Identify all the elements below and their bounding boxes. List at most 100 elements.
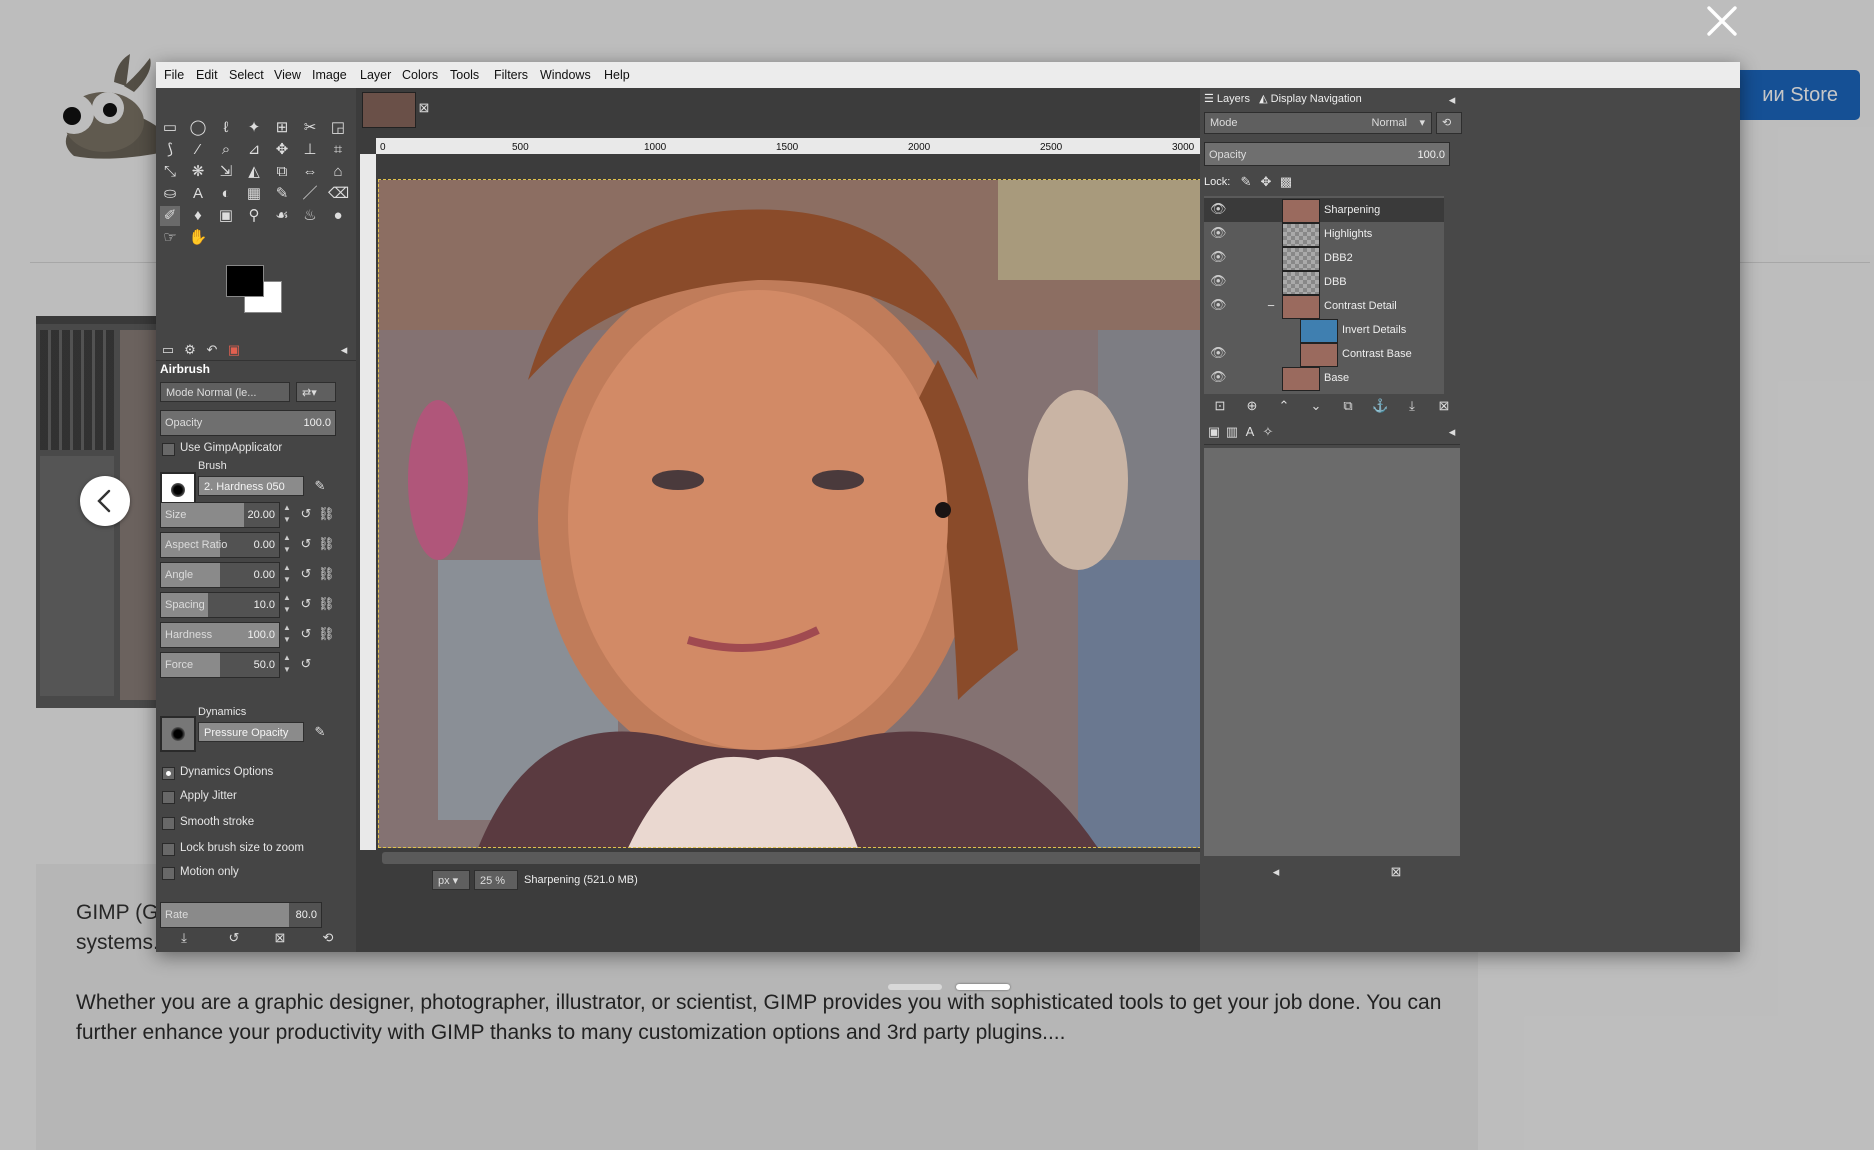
3d-transform-icon[interactable]: ⧉ bbox=[272, 162, 292, 182]
smudge-icon[interactable]: ☙ bbox=[272, 206, 292, 226]
slider-hardness[interactable]: Hardness 100.0 bbox=[160, 622, 280, 648]
spin-arrows-icon[interactable]: ▲ ▼ bbox=[282, 532, 292, 558]
text-tool-icon[interactable]: A bbox=[188, 184, 208, 204]
link-icon[interactable]: ⛓ bbox=[318, 536, 335, 552]
composite-mode-button[interactable]: ⟲ bbox=[1436, 112, 1462, 134]
layers-tab[interactable]: ☰ Layers bbox=[1204, 93, 1250, 105]
scissors-icon[interactable]: ✂ bbox=[300, 118, 320, 138]
slider-size[interactable]: Size 20.00 bbox=[160, 502, 280, 528]
slider-force[interactable]: Force 50.0 bbox=[160, 652, 280, 678]
foreground-color-swatch[interactable] bbox=[226, 265, 264, 297]
lower-layer-icon[interactable]: ⌄ bbox=[1308, 398, 1324, 414]
menu-edit[interactable]: Edit bbox=[196, 68, 218, 82]
previous-screenshot-button[interactable] bbox=[80, 476, 130, 526]
layer-row[interactable]: 👁 DBB bbox=[1204, 270, 1444, 295]
reset-value-icon[interactable]: ↺ bbox=[298, 566, 314, 582]
flip-icon[interactable]: ⇔ bbox=[300, 162, 320, 182]
reset-value-icon[interactable]: ↺ bbox=[298, 656, 314, 672]
reset-value-icon[interactable]: ↺ bbox=[298, 596, 314, 612]
layer-row[interactable]: 👁 Sharpening bbox=[1204, 198, 1444, 223]
visibility-eye-icon[interactable]: 👁 bbox=[1210, 298, 1227, 311]
spin-arrows-icon[interactable]: ▲ ▼ bbox=[282, 562, 292, 588]
bucket-fill-icon[interactable]: ⛀ bbox=[160, 184, 180, 204]
dock-delete-icon[interactable]: ⊠ bbox=[1388, 864, 1404, 880]
zoom-icon[interactable]: ⌕ bbox=[216, 140, 236, 160]
anchor-layer-icon[interactable]: ⚓ bbox=[1372, 398, 1388, 414]
measure-icon[interactable]: ⊿ bbox=[244, 140, 264, 160]
dodge-icon[interactable]: ● bbox=[328, 206, 348, 226]
checkbox-smooth-stroke[interactable]: Smooth stroke bbox=[160, 814, 360, 832]
layer-row[interactable]: 👁 Highlights bbox=[1204, 222, 1444, 247]
align-icon[interactable]: ⊥ bbox=[300, 140, 320, 160]
pencil-icon[interactable]: ✎ bbox=[272, 184, 292, 204]
transform-icon[interactable]: ⤡ bbox=[160, 162, 180, 182]
delete-layer-icon[interactable]: ⊠ bbox=[1436, 398, 1452, 414]
menu-select[interactable]: Select bbox=[229, 68, 264, 82]
ink-icon[interactable]: ♦ bbox=[188, 206, 208, 226]
link-icon[interactable]: ⛓ bbox=[318, 596, 335, 612]
smudge-finger-icon[interactable]: ☞ bbox=[160, 228, 180, 248]
menu-windows[interactable]: Windows bbox=[540, 68, 591, 82]
visibility-eye-icon[interactable]: 👁 bbox=[1210, 346, 1227, 359]
display-navigation-tab[interactable]: ◭ Display Navigation bbox=[1259, 93, 1362, 105]
menu-layer[interactable]: Layer bbox=[360, 68, 391, 82]
cage-icon[interactable]: ⌂ bbox=[328, 162, 348, 182]
foreground-select-icon[interactable]: ◲ bbox=[328, 118, 348, 138]
heal-icon[interactable]: ▣ bbox=[216, 206, 236, 226]
layer-opacity-slider[interactable]: Opacity 100.0 bbox=[1204, 142, 1450, 166]
spin-arrows-icon[interactable]: ▲ ▼ bbox=[282, 502, 292, 528]
brush-name-field[interactable]: 2. Hardness 050 bbox=[198, 476, 304, 496]
mode-select[interactable]: Mode Normal (le... bbox=[160, 382, 290, 402]
spin-arrows-icon[interactable]: ▲ ▼ bbox=[282, 592, 292, 618]
visibility-eye-icon[interactable]: 👁 bbox=[1210, 202, 1227, 215]
lock-pixels-icon[interactable]: ✎ bbox=[1238, 174, 1254, 190]
menu-file[interactable]: File bbox=[164, 68, 184, 82]
layer-row[interactable]: 👁 DBB2 bbox=[1204, 246, 1444, 271]
close-tab-icon[interactable]: ⊠ bbox=[416, 100, 432, 116]
tool-options-tab-icon[interactable]: ▭ bbox=[160, 342, 176, 358]
color-picker-icon[interactable]: ⁄ bbox=[188, 140, 208, 160]
carousel-dot-1[interactable] bbox=[888, 984, 942, 990]
lock-position-icon[interactable]: ✥ bbox=[1258, 174, 1274, 190]
spin-arrows-icon[interactable]: ▲ ▼ bbox=[282, 652, 292, 678]
panel-menu-icon[interactable]: ◂ bbox=[336, 342, 352, 358]
checkbox-dynamics-options[interactable]: Dynamics Options bbox=[160, 764, 360, 782]
visibility-eye-icon[interactable]: 👁 bbox=[1210, 250, 1227, 263]
collapse-group-icon[interactable]: − bbox=[1266, 298, 1276, 314]
reset-value-icon[interactable]: ↺ bbox=[298, 626, 314, 642]
restore-preset-icon[interactable]: ↺ bbox=[226, 930, 242, 946]
reset-value-icon[interactable]: ↺ bbox=[298, 506, 314, 522]
paintbrush-icon[interactable]: ／ bbox=[300, 184, 320, 204]
slider-angle[interactable]: Angle 0.00 bbox=[160, 562, 280, 588]
gradient-icon[interactable]: ◐ bbox=[216, 184, 236, 204]
dynamics-name-field[interactable]: Pressure Opacity bbox=[198, 722, 304, 742]
visibility-eye-icon[interactable]: 👁 bbox=[1210, 274, 1227, 287]
color-select-icon[interactable]: ⊞ bbox=[272, 118, 292, 138]
paths-icon[interactable]: ⟆ bbox=[160, 140, 180, 160]
undo-history-tab-icon[interactable]: ↶ bbox=[204, 342, 220, 358]
unit-select[interactable]: px ▾ bbox=[432, 870, 470, 890]
bottom-dock-menu-icon[interactable]: ◂ bbox=[1444, 424, 1460, 440]
link-icon[interactable]: ⛓ bbox=[318, 626, 335, 642]
shear-icon[interactable]: ⇲ bbox=[216, 162, 236, 182]
image-tab-thumbnail[interactable] bbox=[362, 92, 416, 128]
close-icon[interactable] bbox=[1703, 2, 1741, 40]
duplicate-layer-icon[interactable]: ⧉ bbox=[1340, 398, 1356, 414]
brushes-tab-icon[interactable]: ▣ bbox=[1206, 424, 1222, 440]
slider-spacing[interactable]: Spacing 10.0 bbox=[160, 592, 280, 618]
menu-tools[interactable]: Tools bbox=[450, 68, 479, 82]
ellipse-select-icon[interactable]: ◯ bbox=[188, 118, 208, 138]
reset-icon[interactable]: ⟲ bbox=[320, 930, 336, 946]
mypaint-icon[interactable]: ▦ bbox=[244, 184, 264, 204]
warp-icon[interactable]: ❋ bbox=[188, 162, 208, 182]
device-status-tab-icon[interactable]: ⚙ bbox=[182, 342, 198, 358]
link-icon[interactable]: ⛓ bbox=[318, 506, 335, 522]
fg-bg-color-swatches[interactable] bbox=[226, 265, 286, 315]
edit-dynamics-icon[interactable]: ✎ bbox=[312, 724, 328, 740]
opacity-slider[interactable]: Opacity 100.0 bbox=[160, 410, 336, 436]
gradients-tab-icon[interactable]: ✧ bbox=[1260, 424, 1276, 440]
menu-image[interactable]: Image bbox=[312, 68, 347, 82]
new-layer-group-icon[interactable]: ⊡ bbox=[1212, 398, 1228, 414]
layer-row[interactable]: 👁 Contrast Base bbox=[1204, 342, 1444, 367]
layer-row[interactable]: 👁 Base bbox=[1204, 366, 1444, 391]
